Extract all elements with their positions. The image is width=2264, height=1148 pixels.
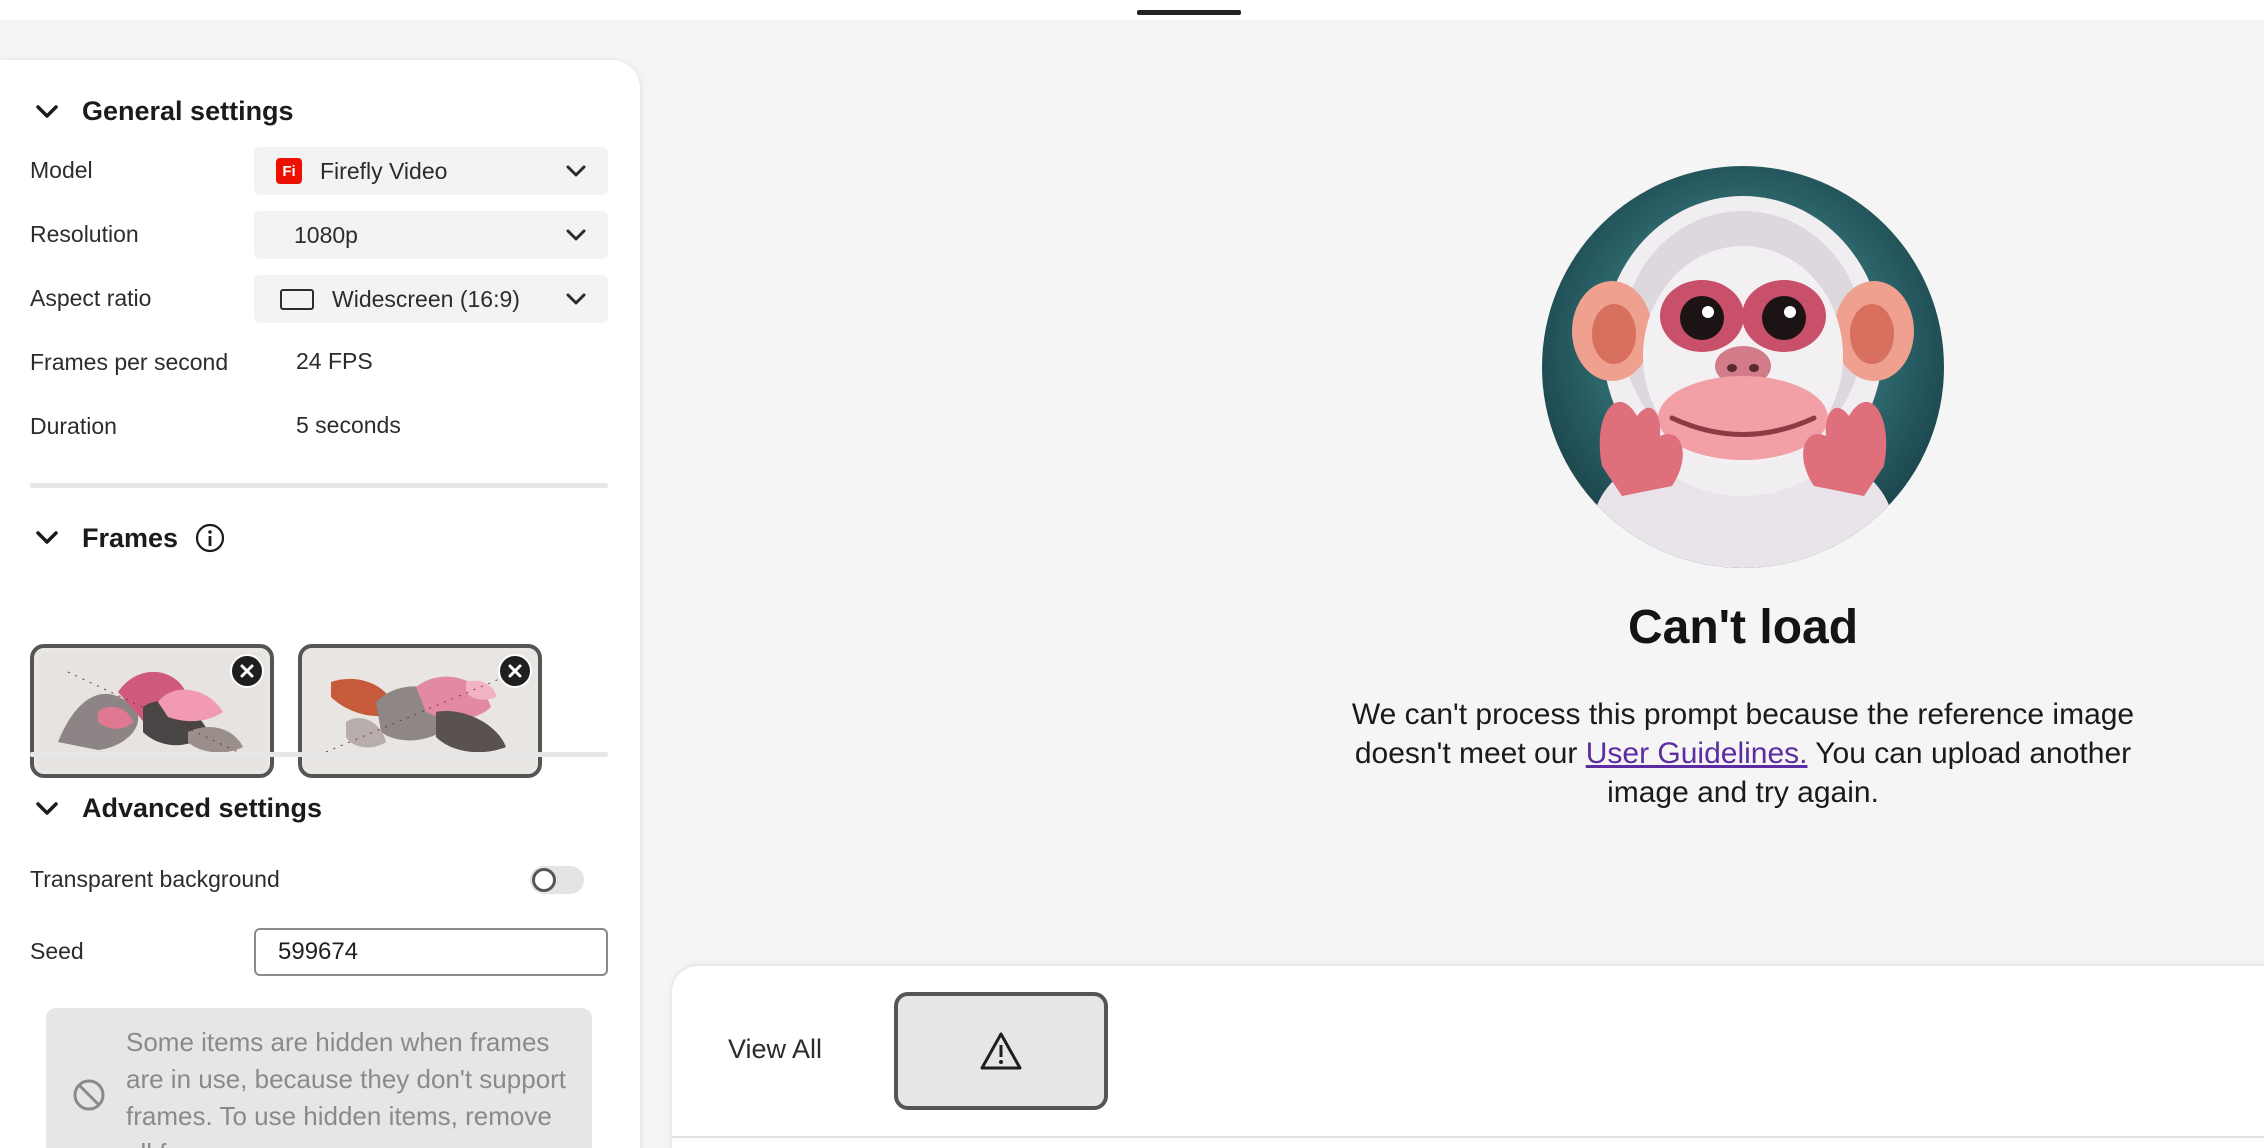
chevron-down-icon (566, 293, 586, 305)
info-icon[interactable] (194, 522, 226, 554)
error-illustration (1542, 166, 1944, 568)
user-guidelines-link[interactable]: User Guidelines. (1586, 737, 1808, 770)
frames-header[interactable]: Frames (32, 522, 226, 554)
fps-label: Frames per second (30, 349, 229, 375)
duration-label: Duration (30, 413, 117, 439)
prohibited-icon (73, 1079, 105, 1111)
frame-thumbnail-second[interactable] (298, 644, 542, 778)
model-select[interactable]: Fi Firefly Video (254, 147, 608, 195)
view-all-link[interactable]: View All (728, 1034, 822, 1065)
model-value: Firefly Video (320, 157, 448, 184)
fps-value: 24 FPS (296, 348, 373, 374)
duration-value: 5 seconds (296, 412, 401, 438)
chevron-down-icon (32, 97, 62, 127)
section-divider (30, 483, 608, 488)
frame-thumbnail-first[interactable] (30, 644, 274, 778)
active-tab-indicator (1137, 10, 1241, 15)
bottom-divider (672, 1136, 2264, 1138)
warning-icon (980, 1032, 1022, 1070)
advanced-settings-header[interactable]: Advanced settings (32, 793, 322, 824)
aspect-ratio-select[interactable]: Widescreen (16:9) (254, 275, 608, 323)
hidden-items-notice: Some items are hidden when frames are in… (46, 1008, 592, 1148)
aspect-ratio-label: Aspect ratio (30, 285, 152, 311)
chevron-down-icon (32, 523, 62, 553)
model-label: Model (30, 157, 93, 183)
failed-generation-thumbnail[interactable] (894, 992, 1108, 1110)
notice-text: Some items are hidden when frames are in… (126, 1027, 567, 1148)
error-message: We can't process this prompt because the… (1340, 695, 2146, 812)
chevron-down-icon (32, 794, 62, 824)
transparent-background-label: Transparent background (30, 866, 280, 892)
general-settings-title: General settings (82, 96, 294, 126)
generation-history-bar: View All (672, 966, 2264, 1148)
section-divider (30, 752, 608, 757)
general-settings-header[interactable]: General settings (32, 96, 294, 127)
chevron-down-icon (566, 229, 586, 241)
widescreen-icon (280, 288, 314, 310)
seed-input[interactable] (254, 928, 608, 976)
seed-label: Seed (30, 938, 84, 964)
firefly-icon: Fi (276, 158, 302, 184)
resolution-select[interactable]: 1080p (254, 211, 608, 259)
remove-frame-button[interactable] (230, 654, 264, 688)
remove-frame-button[interactable] (498, 654, 532, 688)
aspect-ratio-value: Widescreen (16:9) (332, 285, 520, 312)
resolution-label: Resolution (30, 221, 139, 247)
transparent-background-toggle[interactable] (530, 866, 584, 894)
settings-panel: General settings Model Fi Firefly Video … (0, 60, 640, 1148)
chevron-down-icon (566, 165, 586, 177)
top-bar (0, 0, 2264, 20)
frames-title: Frames (82, 522, 179, 553)
advanced-settings-title: Advanced settings (82, 793, 323, 823)
toggle-knob (532, 868, 556, 892)
resolution-value: 1080p (294, 221, 358, 248)
error-title: Can't load (1627, 601, 1859, 654)
